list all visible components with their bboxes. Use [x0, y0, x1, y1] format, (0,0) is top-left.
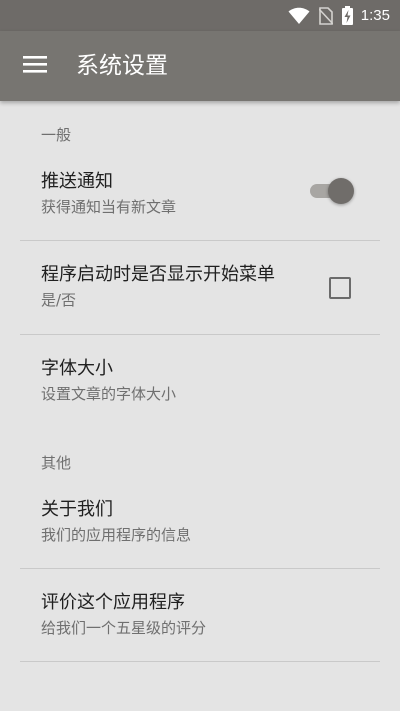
menu-button[interactable]	[13, 44, 57, 88]
section-header-other: 其他	[41, 454, 72, 472]
pref-title: 程序启动时是否显示开始菜单	[41, 264, 275, 285]
status-time: 1:35	[360, 7, 390, 24]
push-notifications-switch[interactable]	[308, 177, 356, 205]
pref-rate-app[interactable]: 评价这个应用程序 给我们一个五星级的评分	[0, 569, 400, 661]
page-title: 系统设置	[76, 53, 168, 79]
show-start-menu-checkbox[interactable]	[329, 277, 351, 299]
pref-summary: 获得通知当有新文章	[41, 198, 177, 216]
pref-title: 推送通知	[41, 171, 113, 192]
status-icons: 1:35	[288, 0, 390, 31]
pref-summary: 我们的应用程序的信息	[41, 526, 192, 544]
no-sim-icon	[318, 6, 333, 25]
divider	[20, 661, 380, 662]
pref-summary: 是/否	[41, 291, 77, 309]
pref-summary: 设置文章的字体大小	[41, 385, 177, 403]
hamburger-menu-icon	[23, 55, 47, 77]
pref-push-notifications[interactable]: 推送通知 获得通知当有新文章	[0, 148, 400, 240]
pref-title: 评价这个应用程序	[41, 592, 185, 613]
section-header-general: 一般	[41, 126, 72, 144]
battery-charging-icon	[341, 6, 353, 25]
pref-title: 字体大小	[41, 358, 113, 379]
status-bar: 1:35	[0, 0, 400, 31]
switch-thumb	[328, 178, 354, 204]
wifi-icon	[288, 7, 310, 25]
pref-show-start-menu[interactable]: 程序启动时是否显示开始菜单 是/否	[0, 241, 400, 333]
pref-about-us[interactable]: 关于我们 我们的应用程序的信息	[0, 476, 400, 568]
app-bar: 系统设置	[0, 31, 400, 101]
pref-title: 关于我们	[41, 499, 113, 520]
pref-summary: 给我们一个五星级的评分	[41, 619, 207, 637]
pref-font-size[interactable]: 字体大小 设置文章的字体大小	[0, 335, 400, 427]
